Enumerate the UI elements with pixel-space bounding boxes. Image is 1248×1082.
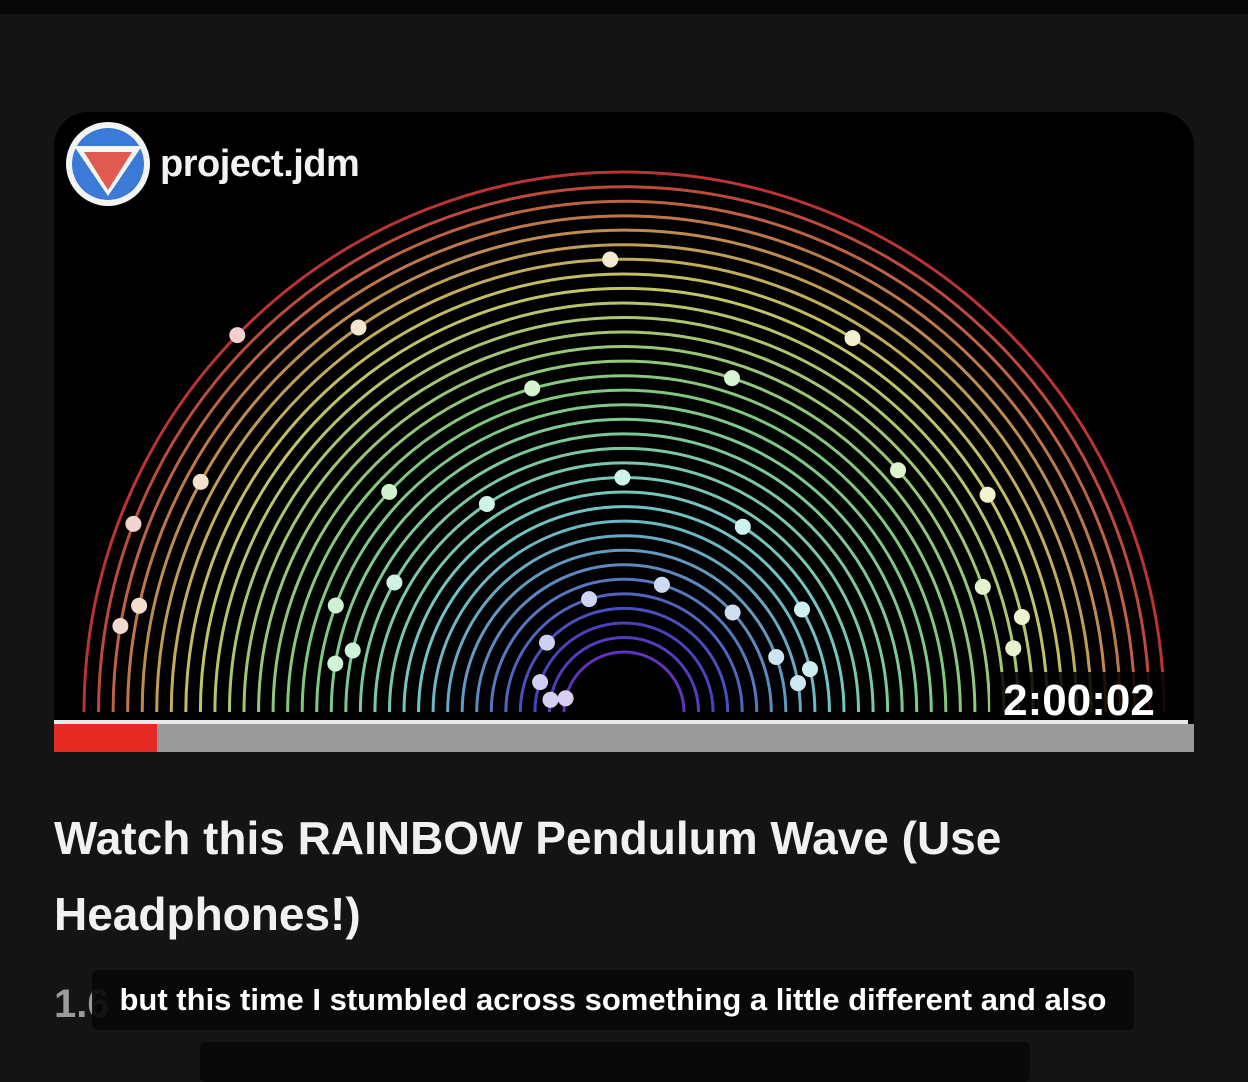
progress-bar[interactable]: [54, 724, 1194, 752]
pendulum-bob: [131, 597, 148, 614]
pendulum-bob: [724, 370, 740, 387]
pendulum-bob: [581, 591, 598, 608]
pendulum-bob: [125, 515, 142, 532]
video-card[interactable]: project.jdm 2:00:02: [54, 112, 1194, 752]
pendulum-bob: [112, 618, 129, 634]
rainbow-arc: [82, 170, 1166, 713]
rainbow-arc: [257, 345, 991, 713]
pendulum-bob: [768, 649, 785, 665]
rainbow-arc: [169, 257, 1079, 713]
pendulum-bob: [532, 674, 549, 691]
pendulum-bob: [192, 473, 209, 490]
pendulum-bob: [602, 251, 619, 268]
pendulum-bob: [1005, 640, 1022, 657]
top-strip: [0, 0, 1248, 14]
pendulum-bob: [979, 486, 996, 503]
inverted-triangle-logo-icon: [66, 122, 150, 206]
pendulum-bob: [790, 675, 806, 692]
pendulum-bob: [844, 330, 861, 347]
pendulum-bob: [344, 642, 361, 659]
caption-line: but this time I stumbled across somethin…: [92, 970, 1134, 1030]
channel-badge[interactable]: project.jdm: [64, 120, 360, 208]
pendulum-bob: [794, 601, 810, 618]
rainbow-arc: [402, 490, 846, 713]
rainbow-arc: [286, 374, 962, 713]
pendulum-bob: [386, 574, 403, 591]
pendulum-bob: [542, 691, 559, 708]
caption-line-secondary: [200, 1042, 1030, 1082]
pendulum-bob: [478, 496, 495, 512]
rainbow-pendulum-graphic: [82, 170, 1166, 752]
pendulum-bob: [539, 634, 555, 651]
pendulum-bob: [802, 661, 818, 678]
pendulum-bob: [350, 319, 367, 336]
video-title[interactable]: Watch this RAINBOW Pendulum Wave (Use He…: [54, 800, 1114, 952]
pendulum-bob: [614, 469, 631, 486]
video-thumbnail[interactable]: project.jdm 2:00:02: [54, 112, 1194, 752]
channel-name[interactable]: project.jdm: [160, 143, 360, 186]
pendulum-bob: [327, 655, 344, 672]
pendulum-bob: [229, 327, 246, 344]
rainbow-arc: [460, 548, 788, 713]
pendulum-bob: [890, 462, 906, 479]
pendulum-bob: [734, 518, 751, 535]
progress-fill: [54, 724, 157, 752]
pendulum-bob: [327, 597, 344, 614]
pendulum-bob: [1013, 609, 1030, 625]
rainbow-arc: [373, 461, 875, 713]
pendulum-bob: [653, 576, 670, 593]
pendulum-bob: [974, 578, 991, 595]
pendulum-bob: [381, 483, 398, 500]
rainbow-arc: [562, 650, 686, 713]
pendulum-bob: [524, 380, 541, 397]
pendulum-bob: [557, 690, 574, 707]
pendulum-bob: [724, 604, 741, 621]
